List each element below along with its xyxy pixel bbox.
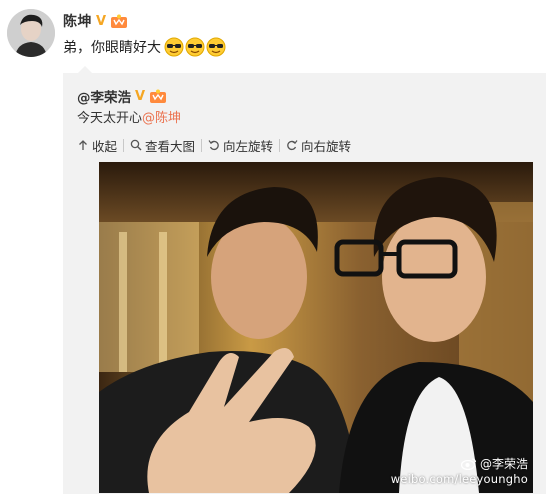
photo-watermark: @李荣浩 weibo.com/leeyoungho <box>391 455 528 486</box>
member-crown-icon <box>149 89 167 104</box>
rotate-right-icon <box>287 140 298 151</box>
verified-icon: V <box>135 88 146 104</box>
toolbar-divider <box>279 138 281 152</box>
magnifier-icon <box>130 139 142 151</box>
watermark-name: @李荣浩 <box>479 457 528 471</box>
rotate-left-icon <box>208 140 219 151</box>
post-text-content: 弟，你眼睛好大 <box>63 40 161 56</box>
collapse-icon <box>79 140 87 150</box>
repost-text-content: 今天太开心 <box>77 111 143 126</box>
avatar[interactable] <box>7 9 55 57</box>
verified-icon: V <box>96 13 107 29</box>
view-large-button[interactable]: 查看大图 <box>130 136 195 155</box>
collapse-label: 收起 <box>92 138 118 154</box>
selfie-photo-image <box>99 162 533 493</box>
toolbar-divider <box>123 138 125 152</box>
post-photo[interactable]: @李荣浩 weibo.com/leeyoungho <box>99 162 533 493</box>
sunglasses-emoji-icon <box>164 37 184 57</box>
member-crown-icon <box>110 14 128 29</box>
watermark-url: weibo.com/leeyoungho <box>390 472 528 486</box>
rotate-left-label: 向左旋转 <box>223 138 274 154</box>
collapse-button[interactable]: 收起 <box>77 136 117 155</box>
repost-arrow <box>78 66 92 73</box>
view-large-label: 查看大图 <box>145 138 196 154</box>
toolbar-divider <box>201 138 203 152</box>
weibo-logo-icon <box>460 458 477 470</box>
repost-author-name[interactable]: @李荣浩 <box>77 86 131 106</box>
repost-author-row: @李荣浩 V <box>77 86 167 106</box>
sunglasses-emoji-icon <box>185 37 205 57</box>
rotate-left-button[interactable]: 向左旋转 <box>208 136 273 155</box>
rotate-right-label: 向右旋转 <box>301 138 352 154</box>
emoji-row <box>164 37 226 57</box>
mention-link[interactable]: @陈坤 <box>142 111 181 126</box>
post-text: 弟，你眼睛好大 <box>63 36 226 58</box>
repost-box: @李荣浩 V 今天太开心@陈坤 收起 查看大图 向左旋转 向右旋转 @李荣浩 w… <box>63 66 546 494</box>
sunglasses-emoji-icon <box>206 37 226 57</box>
image-toolbar: 收起 查看大图 向左旋转 向右旋转 <box>77 135 351 155</box>
post-author-name[interactable]: 陈坤 <box>63 11 92 31</box>
repost-text: 今天太开心@陈坤 <box>77 110 181 128</box>
rotate-right-button[interactable]: 向右旋转 <box>286 136 351 155</box>
post-author-row: 陈坤 V <box>63 11 128 31</box>
